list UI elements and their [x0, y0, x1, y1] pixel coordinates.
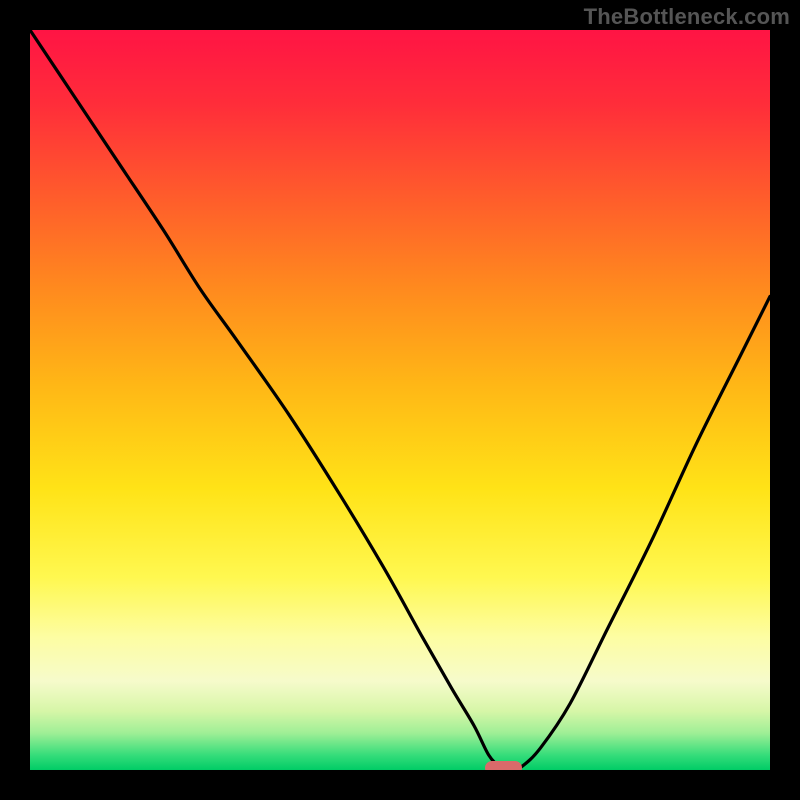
minimum-marker [485, 761, 522, 770]
watermark-text: TheBottleneck.com [584, 4, 790, 30]
chart-frame: TheBottleneck.com [0, 0, 800, 800]
plot-area [30, 30, 770, 770]
curve-layer [30, 30, 770, 770]
bottleneck-curve [30, 30, 770, 770]
